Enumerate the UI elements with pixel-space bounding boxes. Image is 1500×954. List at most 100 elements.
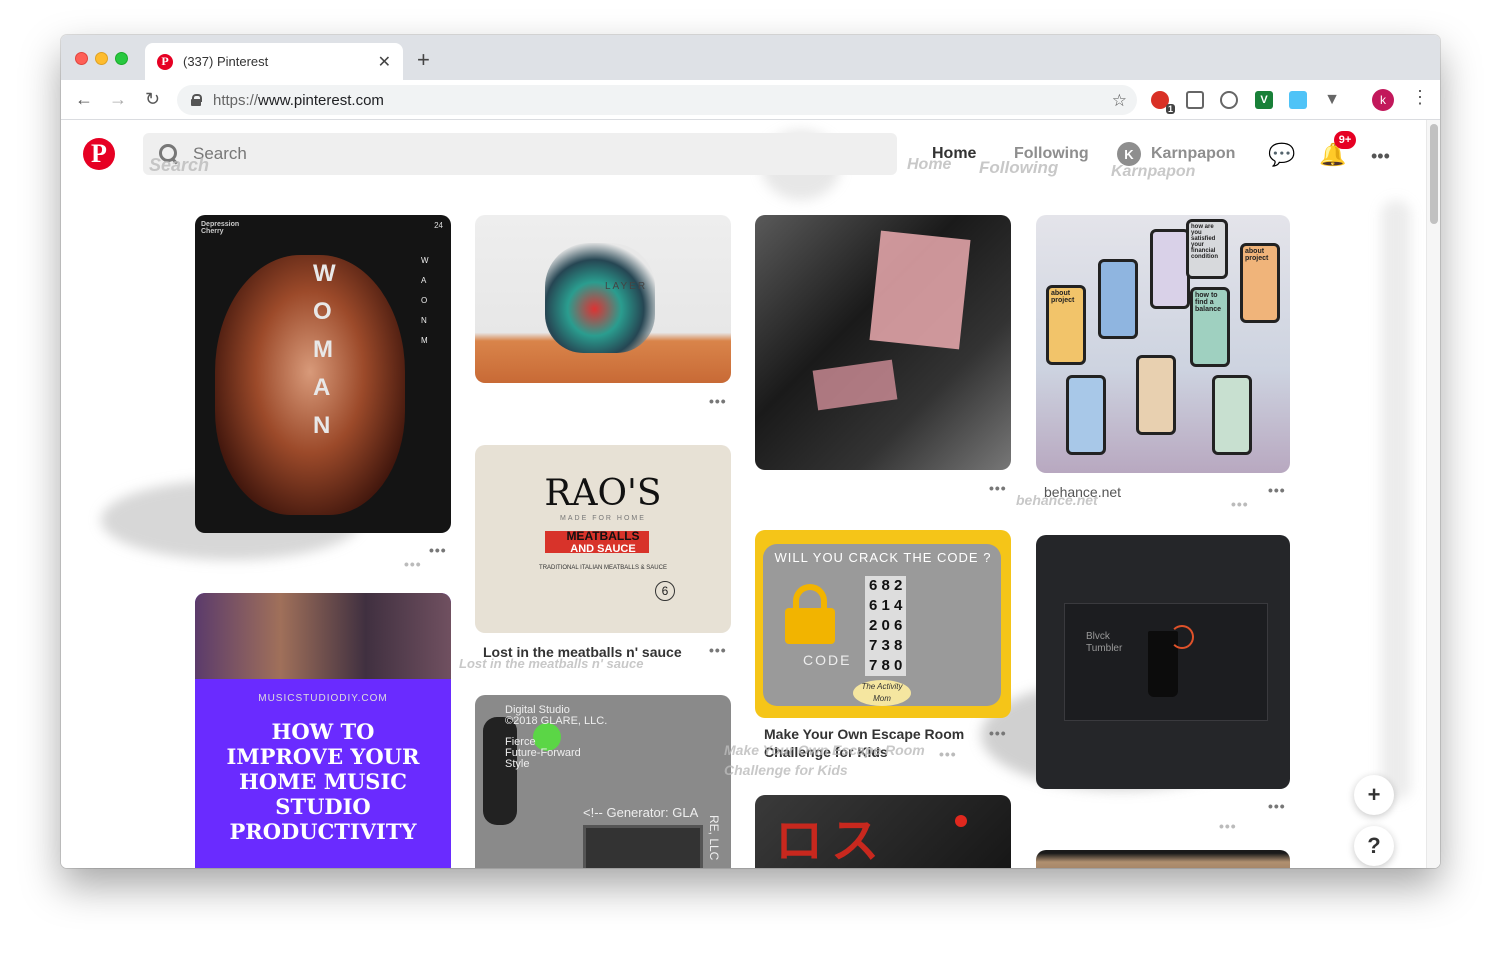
phone-mockup: about project: [1046, 285, 1086, 365]
page-viewport: P Search Search Home Home Following Foll…: [61, 120, 1440, 868]
phone-mockup: [1066, 375, 1106, 455]
nav-user-name[interactable]: Karnpapon: [1151, 145, 1235, 163]
phone-mockup: [1136, 355, 1176, 435]
ghost-more-dots: •••: [939, 746, 957, 762]
help-button[interactable]: ?: [1354, 826, 1394, 866]
browser-window: P (337) Pinterest ✕ + ← → ↻ https://www.…: [61, 35, 1440, 868]
pin-more-button[interactable]: •••: [1268, 798, 1286, 814]
pin-more-button[interactable]: •••: [429, 542, 447, 558]
profile-avatar[interactable]: k: [1372, 89, 1394, 111]
pin-more-button[interactable]: •••: [1268, 482, 1286, 498]
extension-badge: 1: [1165, 104, 1175, 114]
phone-mockup: [1212, 375, 1252, 455]
vee-extension-icon[interactable]: ▼: [1323, 91, 1341, 109]
motion-blur-artifact: [1381, 200, 1411, 800]
glare-dark-box: [583, 825, 703, 868]
bag-label: LAYER: [605, 281, 648, 292]
pin-black-plastic[interactable]: [755, 215, 1011, 470]
pin-blvck-tumbler[interactable]: Blvck Tumbler: [1036, 535, 1290, 789]
glare-code: <!-- Generator: GLA: [583, 805, 699, 820]
search-input[interactable]: Search: [143, 133, 897, 175]
ghost-more-dots: •••: [1219, 818, 1237, 834]
phone-mockup: [1098, 259, 1138, 339]
woman-poster-letters: WOMAN: [313, 260, 336, 439]
more-options-icon[interactable]: •••: [1371, 146, 1390, 167]
nav-following[interactable]: Following: [1014, 145, 1089, 163]
raos-line2: AND SAUCE: [570, 543, 636, 555]
pin-behance-phones[interactable]: about project how are you satisfied your…: [1036, 215, 1290, 473]
pin-more-button[interactable]: •••: [709, 393, 727, 409]
ghost-source-behance: behance.net: [1016, 492, 1098, 508]
pin-red-poster[interactable]: ロス: [755, 795, 1011, 868]
glare-text: Digital Studio ©2018 GLARE, LLC. Fierce Fut…: [505, 704, 608, 770]
music-studio-photo: [195, 593, 451, 679]
tab-title: (337) Pinterest: [183, 54, 269, 69]
v-extension-icon[interactable]: V: [1255, 91, 1273, 109]
browser-tab[interactable]: P (337) Pinterest ✕: [145, 43, 403, 80]
url-text: https://www.pinterest.com: [213, 91, 384, 109]
pin-partial[interactable]: [1036, 850, 1290, 868]
phone-mockup: how are you satisfied your financial con…: [1186, 219, 1228, 279]
pin-music-studio[interactable]: MUSICSTUDIODIY.COM HOW TO IMPROVE YOUR HOM…: [195, 593, 451, 868]
raos-made: MADE FOR HOME: [560, 515, 646, 522]
close-tab-icon[interactable]: ✕: [378, 52, 391, 72]
raos-count: 6: [655, 581, 675, 601]
woman-poster-header: Depression Cherry: [201, 221, 240, 235]
escape-header: WILL YOU CRACK THE CODE ?: [774, 550, 992, 565]
phone-mockup: how to find a balance: [1190, 287, 1230, 367]
pink-tag: [869, 230, 971, 350]
pinterest-favicon-icon: P: [157, 53, 173, 70]
pin-transparent-bag[interactable]: LAYER: [475, 215, 731, 383]
tumbler-ring: [1170, 625, 1194, 649]
extension-red-icon[interactable]: 1: [1151, 91, 1175, 114]
lock-icon: [191, 94, 202, 106]
ghost-title-escape-room: Make Your Own Escape Room Challenge for K…: [724, 742, 925, 778]
glare-side: RE, LLC: [707, 815, 721, 861]
pin-escape-room[interactable]: WILL YOU CRACK THE CODE ? CODE 6 8 26 1 …: [755, 530, 1011, 718]
red-poster-dot: [955, 815, 967, 827]
nav-home[interactable]: Home: [932, 145, 976, 163]
grid-extension-icon[interactable]: [1186, 91, 1204, 109]
new-tab-button[interactable]: +: [417, 49, 430, 71]
scrollbar-thumb[interactable]: [1430, 124, 1438, 224]
maximize-window-button[interactable]: [115, 52, 128, 65]
address-bar[interactable]: https://www.pinterest.com ☆: [177, 85, 1137, 115]
minimize-window-button[interactable]: [95, 52, 108, 65]
pinterest-logo-icon[interactable]: P: [83, 138, 115, 170]
forward-arrow-icon[interactable]: →: [109, 90, 127, 108]
page-scrollbar[interactable]: [1426, 120, 1440, 868]
music-headline: HOW TO IMPROVE YOUR HOME MUSIC STUDIO PRODUC…: [226, 719, 420, 844]
blue-extension-icon[interactable]: [1289, 91, 1307, 109]
pin-glare-studio[interactable]: Digital Studio ©2018 GLARE, LLC. Fierce Fut…: [475, 695, 731, 868]
browser-menu-icon[interactable]: ⋮: [1411, 87, 1429, 108]
phone-mockup: [1150, 229, 1190, 309]
notifications-badge: 9+: [1334, 131, 1356, 149]
ghost-more-dots: •••: [1231, 496, 1249, 512]
close-window-button[interactable]: [75, 52, 88, 65]
reload-icon[interactable]: ↻: [145, 90, 160, 108]
pin-more-button[interactable]: •••: [989, 725, 1007, 741]
bag-object: [545, 243, 655, 353]
woman-poster-number: 24: [434, 221, 443, 230]
padlock-icon: [785, 584, 835, 644]
ghost-title-meatballs: Lost in the meatballs n' sauce: [459, 656, 644, 671]
pin-more-button[interactable]: •••: [709, 642, 727, 658]
add-pin-button[interactable]: +: [1354, 775, 1394, 815]
pin-raos-meatballs[interactable]: RAO'S MADE FOR HOME MEATBALLS AND SAUCE …: [475, 445, 731, 633]
pin-woman-face: [215, 255, 405, 515]
browser-toolbar: ← → ↻ https://www.pinterest.com ☆ 1 V ▼ …: [61, 80, 1440, 120]
ghost-more-dots: •••: [404, 556, 422, 572]
bookmark-star-icon[interactable]: ☆: [1112, 91, 1127, 111]
pin-woman-poster[interactable]: Depression Cherry 24 WOMAN WAONM: [195, 215, 451, 533]
raos-brand: RAO'S: [544, 473, 662, 514]
pink-tag-2: [812, 359, 898, 411]
escape-word: CODE: [803, 652, 852, 668]
music-site: MUSICSTUDIODIY.COM: [258, 693, 388, 704]
pin-more-button[interactable]: •••: [989, 480, 1007, 496]
raos-line3: TRADITIONAL ITALIAN MEATBALLS & SAUCE: [539, 565, 667, 571]
messages-icon[interactable]: 💬: [1268, 142, 1295, 168]
raos-line1: MEATBALLS: [566, 529, 640, 543]
circle-extension-icon[interactable]: [1220, 91, 1238, 109]
back-arrow-icon[interactable]: ←: [75, 90, 93, 108]
escape-brand: The Activity Mom: [853, 680, 911, 706]
